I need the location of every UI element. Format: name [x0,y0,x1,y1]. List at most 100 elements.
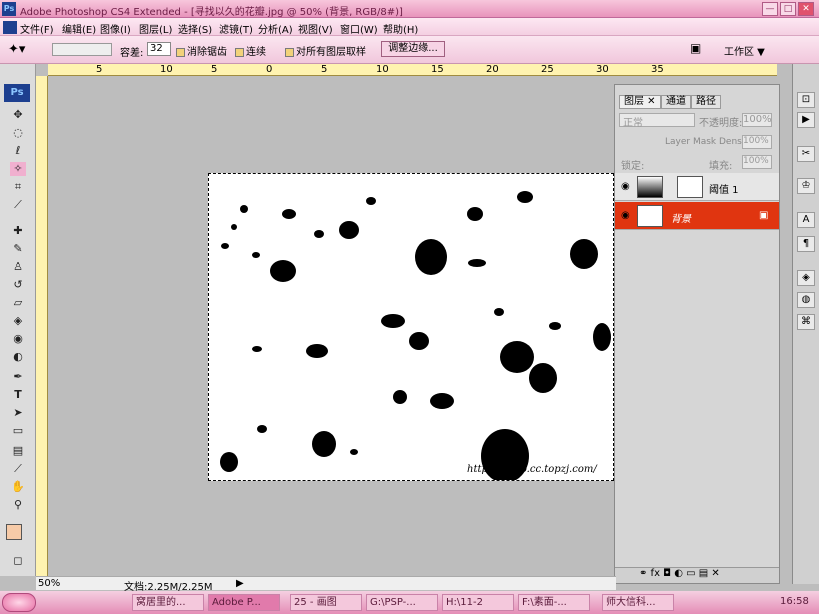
layer-row[interactable]: ◉ 阈值 1 [615,173,779,201]
notes-tool-icon[interactable]: ▤ [10,444,26,458]
path-select-icon[interactable]: ➤ [10,406,26,420]
menu-bar: 文件(F) 编辑(E) 图像(I) 图层(L) 选择(S) 滤镜(T) 分析(A… [0,18,819,36]
tolerance-input[interactable]: 32 [147,42,171,56]
character-icon[interactable]: A [797,212,815,228]
actions-icon[interactable]: ▶ [797,112,815,128]
eyedropper-tool-icon[interactable]: ⟋ [10,198,26,212]
crop-tool-icon[interactable]: ⌗ [10,180,26,194]
taskbar-item[interactable]: 师大信科... [602,594,674,611]
channels-dock-icon[interactable]: ◍ [797,292,815,308]
contiguous-checkbox[interactable]: 连续 [235,43,266,58]
menu-analysis[interactable]: 分析(A) [258,21,293,36]
close-button[interactable]: ✕ [798,2,814,16]
healing-tool-icon[interactable]: ✚ [10,224,26,238]
paragraph-icon[interactable]: ¶ [797,236,815,252]
menu-layer[interactable]: 图层(L) [139,21,172,36]
clone-source-icon[interactable]: ♔ [797,178,815,194]
ps-logo-icon: Ps [4,84,30,102]
foreground-color-swatch[interactable] [6,524,22,540]
layer-name: 背景 [671,214,691,225]
menu-help[interactable]: 帮助(H) [383,21,418,36]
options-bar: ✦▾ 容差: 32 消除锯齿 连续 对所有图层取样 调整边缘... ▣ 工作区 … [0,36,819,64]
antialias-checkbox[interactable]: 消除锯齿 [176,43,227,58]
layer-thumbnail [637,205,663,227]
pen-tool-icon[interactable]: ✒ [10,370,26,384]
layers-panel: 图层 ✕ 通道 路径 正常 不透明度: 100% Layer Mask Dens… [614,84,780,584]
eraser-tool-icon[interactable]: ▱ [10,296,26,310]
refine-edge-button[interactable]: 调整边缘... [381,41,445,57]
opacity-label: 不透明度: [699,118,743,129]
marquee-tool-icon[interactable]: ◌ [10,126,26,140]
layer-row[interactable]: ◉ 背景 ▣ [615,202,779,230]
taskbar-item[interactable]: H:\11-2 [442,594,514,611]
tools-preset-icon[interactable]: ✂ [797,146,815,162]
menu-view[interactable]: 视图(V) [298,21,333,36]
clock: 16:58 [780,596,809,607]
eye-icon[interactable]: ◉ [621,210,630,221]
eyedropper2-icon[interactable]: ⟋ [10,462,26,476]
bridge-icon[interactable]: ▣ [690,41,712,57]
taskbar: 窝居里的... Adobe P... 25 - 画图 G:\PSP-... H:… [0,591,819,614]
menu-image[interactable]: 图像(I) [100,21,131,36]
tab-paths[interactable]: 路径 [691,95,721,109]
lasso-tool-icon[interactable]: ℓ [10,144,26,158]
taskbar-item[interactable]: Adobe P... [208,594,280,611]
photoshop-logo-icon: Ps [2,2,16,16]
selection-mode-buttons[interactable] [52,43,112,56]
zoom-level[interactable]: 50% [38,578,60,589]
magic-wand-tool-icon[interactable]: ✧ [10,162,26,176]
tab-layers[interactable]: 图层 ✕ [619,95,661,109]
thresholded-image: http://…guo.cc.topzj.com/ [220,191,611,480]
window-title: Adobe Photoshop CS4 Extended - [寻找以久的花瓣.… [20,7,403,18]
brush-tool-icon[interactable]: ✎ [10,242,26,256]
zoom-tool-icon[interactable]: ⚲ [10,498,26,512]
blur-tool-icon[interactable]: ◉ [10,332,26,346]
fill-label: 填充: [709,161,733,172]
opacity-input[interactable]: 100% [742,113,772,127]
layer-name: 阈值 1 [709,185,739,196]
document-canvas[interactable]: http://…guo.cc.topzj.com/ [208,173,614,481]
eye-icon[interactable]: ◉ [621,181,630,192]
taskbar-item[interactable]: F:\素面-... [518,594,590,611]
shape-tool-icon[interactable]: ▭ [10,424,26,438]
menu-file[interactable]: 文件(F) [20,21,54,36]
lock-icon: ▣ [759,210,769,221]
horizontal-ruler: 5 10 5 0 5 10 15 20 25 30 35 [48,64,777,76]
all-layers-checkbox[interactable]: 对所有图层取样 [285,43,366,58]
menu-select[interactable]: 选择(S) [178,21,212,36]
taskbar-item[interactable]: 窝居里的... [132,594,204,611]
history-icon[interactable]: ⊡ [797,92,815,108]
magic-wand-icon[interactable]: ✦▾ [8,42,25,57]
minimize-button[interactable]: — [762,2,778,16]
fill-input[interactable]: 100% [742,155,772,169]
dodge-tool-icon[interactable]: ◐ [10,350,26,364]
blend-mode-select[interactable]: 正常 [619,113,695,129]
maximize-button[interactable]: □ [780,2,796,16]
vertical-ruler [36,76,48,576]
history-brush-icon[interactable]: ↺ [10,278,26,292]
mask-thumbnail [677,176,703,198]
status-bar: 50% 文档:2.25M/2.25M ▶ [36,576,616,593]
move-tool-icon[interactable]: ✥ [10,108,26,122]
quick-mask-icon[interactable]: ◻ [10,554,26,568]
paths-dock-icon[interactable]: ⌘ [797,314,815,330]
taskbar-item[interactable]: 25 - 画图 [290,594,362,611]
taskbar-item[interactable]: G:\PSP-... [366,594,438,611]
workspace-dropdown[interactable]: 工作区 ▼ [724,43,765,58]
tab-channels[interactable]: 通道 [661,95,691,109]
start-button[interactable] [2,593,36,612]
fill-tool-icon[interactable]: ◈ [10,314,26,328]
hand-tool-icon[interactable]: ✋ [10,480,26,494]
menu-filter[interactable]: 滤镜(T) [219,21,253,36]
lock-label: 锁定: [621,161,645,172]
stamp-tool-icon[interactable]: ♙ [10,260,26,274]
layer-panel-footer[interactable]: ⚭ fx ◘ ◐ ▭ ▤ ✕ [615,567,779,583]
type-tool-icon[interactable]: T [10,388,26,402]
watermark-text: http://…guo.cc.topzj.com/ [467,464,598,475]
menu-edit[interactable]: 编辑(E) [62,21,96,36]
mask-density-input[interactable]: 100% [742,135,772,149]
title-bar: Ps Adobe Photoshop CS4 Extended - [寻找以久的… [0,0,819,18]
layers-dock-icon[interactable]: ◈ [797,270,815,286]
status-arrow-icon[interactable]: ▶ [236,578,244,589]
menu-window[interactable]: 窗口(W) [340,21,378,36]
